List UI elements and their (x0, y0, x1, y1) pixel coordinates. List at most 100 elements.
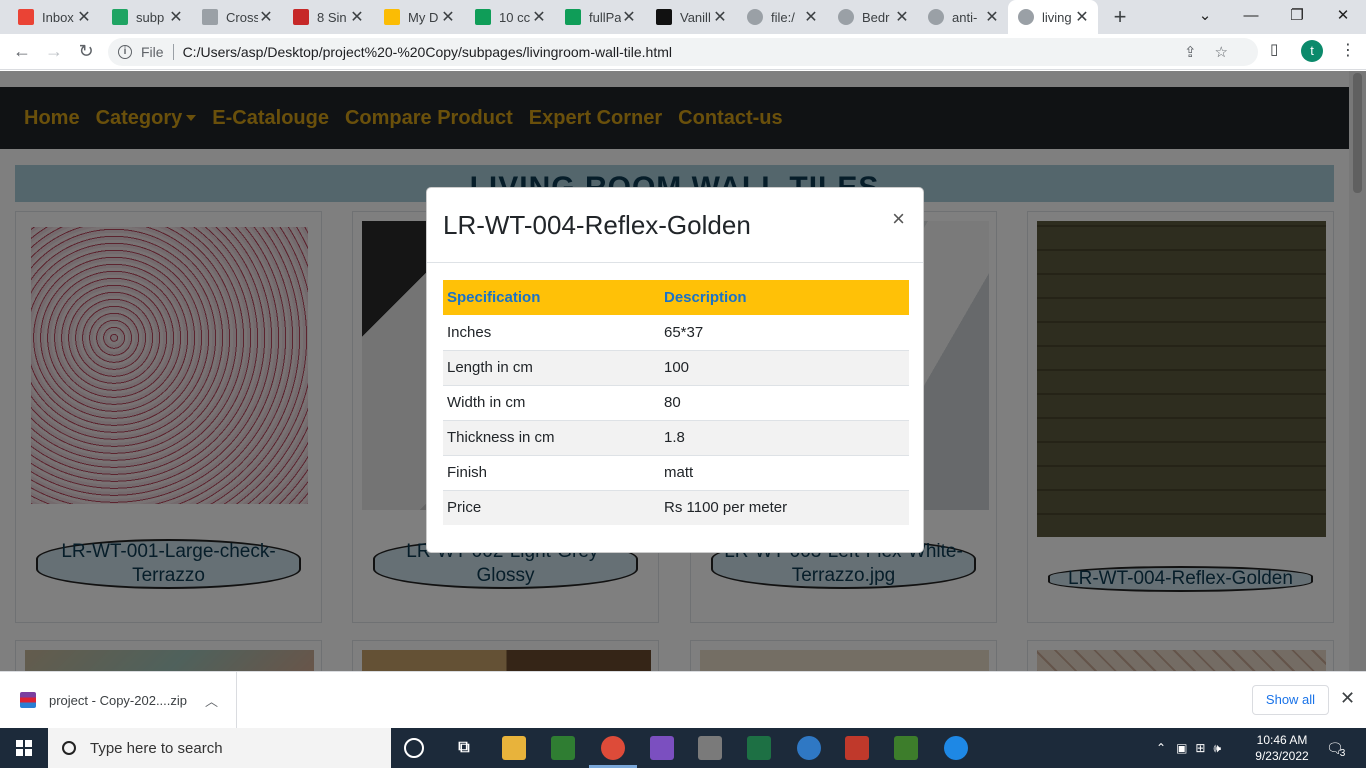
tab-10cc[interactable]: 10 cc ✕ (465, 0, 555, 34)
app-icon[interactable] (797, 736, 821, 760)
share-icon[interactable]: ⇪ (1184, 43, 1197, 61)
taskbar-clock[interactable]: 10:46 AM 9/23/2022 (1250, 732, 1314, 764)
shield-icon[interactable]: ▣ (1176, 741, 1187, 755)
search-hint: Type here to search (90, 739, 223, 757)
minimize-icon[interactable]: — (1228, 0, 1274, 34)
spec-value: 1.8 (660, 419, 909, 455)
sheets-icon (475, 9, 491, 25)
bookmark-star-icon[interactable]: ☆ (1215, 43, 1228, 61)
task-view-icon[interactable]: ⧉ (452, 736, 476, 760)
close-icon[interactable]: ✕ (894, 7, 910, 27)
tab-title: fullPa (589, 9, 621, 25)
window-close-icon[interactable]: ✕ (1320, 0, 1366, 34)
omnibox-divider (172, 44, 174, 60)
scheme-label: File (141, 44, 164, 60)
table-row: Width in cm 80 (443, 384, 909, 420)
tab-8sin[interactable]: 8 Sin ✕ (283, 0, 373, 34)
tab-search-icon[interactable]: ⌄ (1182, 0, 1228, 34)
spec-value: 80 (660, 384, 909, 420)
show-all-button[interactable]: Show all (1252, 685, 1329, 715)
address-toolbar: ← → ↻ i File C:/Users/asp/Desktop/projec… (0, 34, 1366, 70)
chevron-up-icon[interactable]: ⌃ (1156, 741, 1166, 755)
network-icon[interactable]: ⊞ (1195, 741, 1205, 755)
profile-avatar[interactable]: t (1301, 40, 1323, 62)
vc-icon[interactable] (845, 736, 869, 760)
tab-title: Inbox (42, 9, 74, 25)
search-icon (62, 741, 76, 755)
drive-icon (384, 9, 400, 25)
tools-icon[interactable] (698, 736, 722, 760)
maximize-icon[interactable]: ❐ (1274, 0, 1320, 34)
visual-studio-icon[interactable] (650, 736, 674, 760)
table-header-row: Specification Description (443, 280, 909, 315)
download-file-name: project - Copy-202....zip (49, 692, 188, 708)
winrar-archive-icon (20, 692, 36, 708)
tab-cross[interactable]: Cross ✕ (192, 0, 282, 34)
tab-subp[interactable]: subp ✕ (102, 0, 192, 34)
tab-myd[interactable]: My D ✕ (374, 0, 464, 34)
tab-strip: Inbox ✕ subp ✕ Cross ✕ 8 Sin ✕ My D ✕ 10… (0, 0, 1366, 34)
spec-value: Rs 1100 per meter (660, 489, 909, 525)
notification-icon[interactable]: 🗨 3 (1326, 728, 1345, 768)
start-button[interactable] (0, 728, 48, 768)
spec-modal: LR-WT-004-Reflex-Golden × Specification … (426, 187, 924, 553)
close-icon[interactable]: × (892, 206, 905, 232)
dreamweaver-icon[interactable] (894, 736, 918, 760)
taskbar-search[interactable]: Type here to search (48, 728, 391, 768)
spec-name: Inches (447, 323, 492, 341)
file-explorer-icon[interactable] (502, 736, 526, 760)
edge-icon[interactable] (944, 736, 968, 760)
w-logo-icon (293, 9, 309, 25)
close-icon[interactable]: ✕ (531, 7, 547, 27)
close-icon[interactable]: ✕ (440, 7, 456, 27)
omnibox[interactable]: i File C:/Users/asp/Desktop/project%20-%… (108, 38, 1258, 66)
volume-icon[interactable]: 🕪 (1213, 741, 1221, 756)
tab-anti[interactable]: anti- ✕ (918, 0, 1008, 34)
tab-fullpa[interactable]: fullPa ✕ (555, 0, 645, 34)
codepen-icon (656, 9, 672, 25)
info-icon[interactable]: i (118, 45, 132, 59)
tab-file[interactable]: file:/ ✕ (737, 0, 827, 34)
new-tab-button[interactable]: + (1108, 4, 1132, 30)
url-text[interactable]: C:/Users/asp/Desktop/project%20-%20Copy/… (183, 44, 672, 60)
avatar: t (1301, 40, 1323, 62)
close-icon[interactable]: ✕ (803, 7, 819, 27)
chrome-icon[interactable] (601, 736, 625, 760)
excel-icon[interactable] (747, 736, 771, 760)
spec-value: 65*37 (664, 323, 704, 341)
close-icon[interactable]: ✕ (621, 7, 637, 27)
download-item[interactable]: project - Copy-202....zip ︿ (0, 672, 237, 728)
side-panel-icon[interactable]: ▯ (1270, 40, 1278, 58)
column-header: Specification (443, 280, 660, 315)
close-icon[interactable]: ✕ (76, 7, 92, 27)
chevron-up-icon[interactable]: ︿ (205, 691, 218, 710)
close-icon[interactable]: ✕ (349, 7, 365, 27)
back-icon[interactable]: ← (10, 41, 34, 62)
cortana-icon[interactable] (404, 738, 424, 758)
date-text: 9/23/2022 (1255, 749, 1309, 763)
css-icon (202, 9, 218, 25)
drive-icon (112, 9, 128, 25)
close-icon[interactable]: ✕ (258, 7, 274, 27)
close-icon[interactable]: ✕ (1340, 688, 1355, 709)
forward-icon[interactable]: → (42, 41, 66, 62)
tab-title: Bedr (862, 9, 890, 25)
tab-living[interactable]: living ✕ (1008, 0, 1098, 34)
tab-title: file:/ (771, 9, 795, 25)
tab-inbox[interactable]: Inbox ✕ (8, 0, 100, 34)
spec-table: Specification Description Inches 65*37 L… (443, 280, 909, 525)
modal-title: LR-WT-004-Reflex-Golden (443, 210, 751, 240)
tab-title: Vanill (680, 9, 711, 25)
close-icon[interactable]: ✕ (168, 7, 184, 27)
store-icon[interactable] (551, 736, 575, 760)
tab-vanill[interactable]: Vanill ✕ (646, 0, 736, 34)
menu-kebab-icon[interactable]: ⋮ (1340, 40, 1356, 60)
close-icon[interactable]: ✕ (1074, 7, 1090, 27)
globe-icon (1018, 9, 1034, 25)
close-icon[interactable]: ✕ (712, 7, 728, 27)
close-icon[interactable]: ✕ (984, 7, 1000, 27)
notification-count: 3 (1339, 747, 1346, 759)
tab-bedr[interactable]: Bedr ✕ (828, 0, 918, 34)
reload-icon[interactable]: ↻ (74, 41, 98, 62)
globe-icon (838, 9, 854, 25)
